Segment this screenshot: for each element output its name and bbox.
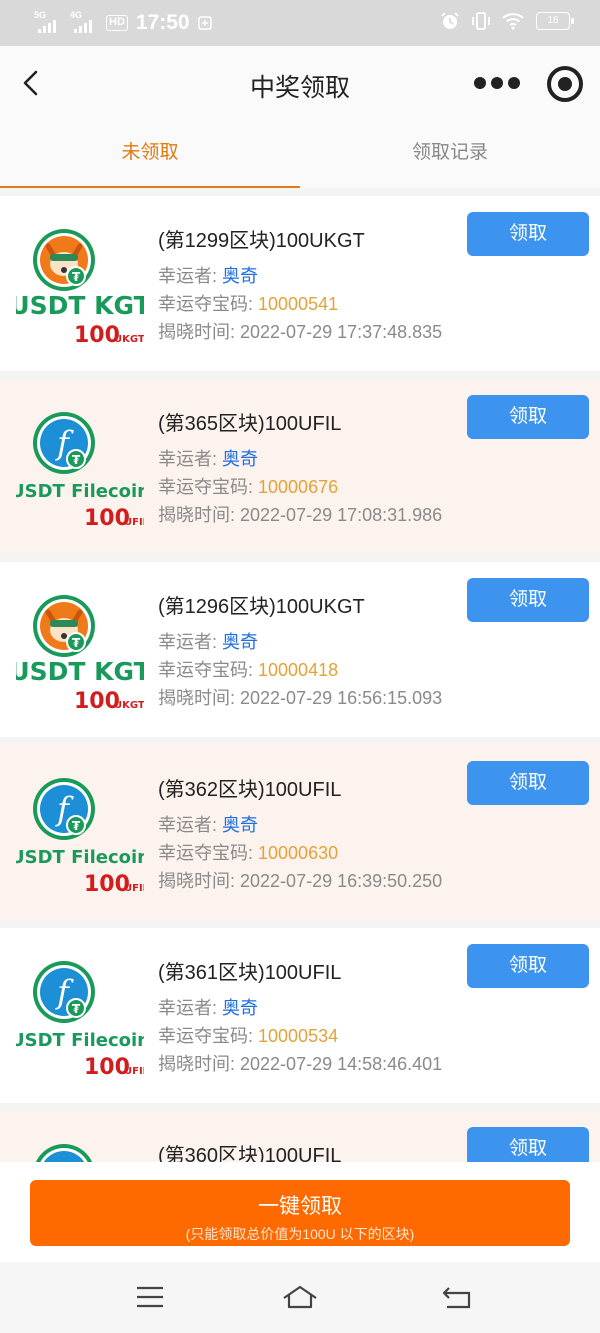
battery-icon: 16 bbox=[536, 12, 574, 30]
time-row: 揭晓时间: 2022-07-29 17:08:31.986 bbox=[158, 505, 443, 525]
claim-button[interactable]: 领取 bbox=[467, 578, 589, 622]
time-row: 揭晓时间: 2022-07-29 16:39:50.250 bbox=[158, 871, 443, 891]
prize-name: (第1299区块)100UKGT bbox=[158, 230, 365, 252]
list-item: (第360区块)100UFIL 领取 bbox=[0, 1111, 600, 1162]
app-notification-icon bbox=[197, 16, 212, 30]
bottom-action-bar: 一键领取 (只能领取总价值为100U 以下的区块) bbox=[0, 1162, 600, 1262]
winner-name: 奥奇 bbox=[222, 266, 259, 286]
winner-name: 奥奇 bbox=[222, 998, 259, 1018]
menu-icon[interactable] bbox=[130, 1282, 170, 1312]
wifi-icon bbox=[502, 13, 524, 30]
claim-button[interactable]: 领取 bbox=[467, 1127, 589, 1162]
winner-name: 奥奇 bbox=[222, 815, 259, 835]
winner-row: 幸运者: 奥奇 bbox=[158, 266, 259, 286]
tab-bar: 未领取 领取记录 bbox=[0, 122, 600, 188]
prize-name: (第362区块)100UFIL bbox=[158, 779, 342, 801]
list-item: f ₮ USDT Filecoin 100 UFIL (第362区块)100UF… bbox=[0, 745, 600, 920]
claim-button[interactable]: 领取 bbox=[467, 761, 589, 805]
more-options-icon[interactable] bbox=[474, 76, 520, 90]
lucky-code: 10000541 bbox=[258, 294, 339, 314]
prize-name: (第361区块)100UFIL bbox=[158, 962, 342, 984]
winner-name: 奥奇 bbox=[222, 449, 259, 469]
signal-5g-icon: 5G bbox=[34, 10, 64, 34]
svg-text:USDT KGT: USDT KGT bbox=[16, 291, 144, 320]
usdt-filecoin-logo: f ₮ USDT Filecoin 100 UFIL bbox=[16, 412, 144, 531]
svg-text:USDT Filecoin: USDT Filecoin bbox=[16, 481, 144, 502]
code-row: 幸运夺宝码: 10000418 bbox=[158, 660, 339, 680]
svg-text:UKGT: UKGT bbox=[114, 334, 144, 345]
lucky-code: 10000418 bbox=[258, 660, 339, 680]
code-row: 幸运夺宝码: 10000541 bbox=[158, 294, 339, 314]
winner-name: 奥奇 bbox=[222, 632, 259, 652]
usdt-filecoin-logo: f ₮ USDT Filecoin 100 UFIL bbox=[16, 961, 144, 1080]
winner-row: 幸运者: 奥奇 bbox=[158, 815, 259, 835]
reveal-time: 2022-07-29 17:37:48.835 bbox=[240, 322, 443, 342]
time-row: 揭晓时间: 2022-07-29 17:37:48.835 bbox=[158, 322, 443, 342]
reveal-time: 2022-07-29 16:56:15.093 bbox=[240, 688, 443, 708]
code-row: 幸运夺宝码: 10000534 bbox=[158, 1026, 339, 1046]
svg-text:₮: ₮ bbox=[72, 819, 81, 833]
usdt-filecoin-logo: f ₮ USDT Filecoin 100 UFIL bbox=[16, 778, 144, 897]
svg-text:UFIL: UFIL bbox=[124, 1066, 144, 1077]
lucky-code: 10000630 bbox=[258, 843, 339, 863]
list-item: ₮ USDT KGT 100 UKGT (第1299区块)100UKGT 幸运者… bbox=[0, 196, 600, 371]
reveal-time: 2022-07-29 16:39:50.250 bbox=[240, 871, 443, 891]
svg-text:UKGT: UKGT bbox=[114, 700, 144, 711]
svg-text:USDT KGT: USDT KGT bbox=[16, 657, 144, 686]
claim-all-label: 一键领取 bbox=[258, 1195, 342, 1218]
usdt-kgt-logo: ₮ USDT KGT 100 UKGT bbox=[16, 229, 144, 348]
reveal-time: 2022-07-29 14:58:46.401 bbox=[240, 1054, 443, 1074]
alarm-icon bbox=[441, 12, 459, 29]
svg-text:USDT Filecoin: USDT Filecoin bbox=[16, 1030, 144, 1051]
svg-text:₮: ₮ bbox=[72, 453, 81, 467]
hd-voice-icon: HD bbox=[106, 15, 128, 31]
status-bar: 5G 4G HD 17:50 16 bbox=[0, 0, 600, 46]
svg-text:USDT Filecoin: USDT Filecoin bbox=[16, 847, 144, 868]
tab-unclaimed[interactable]: 未领取 bbox=[0, 122, 300, 188]
vibrate-icon bbox=[472, 12, 490, 30]
usdt-filecoin-logo bbox=[35, 1144, 93, 1162]
clock: 17:50 bbox=[135, 11, 190, 34]
prize-list: ₮ USDT KGT 100 UKGT (第1299区块)100UKGT 幸运者… bbox=[0, 196, 600, 1162]
svg-text:UFIL: UFIL bbox=[124, 517, 144, 528]
time-row: 揭晓时间: 2022-07-29 14:58:46.401 bbox=[158, 1054, 443, 1074]
back-nav-icon[interactable] bbox=[437, 1282, 477, 1312]
claim-button[interactable]: 领取 bbox=[467, 395, 589, 439]
svg-text:UFIL: UFIL bbox=[124, 883, 144, 894]
claim-button[interactable]: 领取 bbox=[467, 212, 589, 256]
winner-row: 幸运者: 奥奇 bbox=[158, 449, 259, 469]
tab-claim-history[interactable]: 领取记录 bbox=[300, 122, 600, 188]
svg-text:₮: ₮ bbox=[72, 636, 81, 650]
system-nav-bar bbox=[0, 1262, 600, 1333]
signal-4g-icon: 4G bbox=[70, 10, 100, 34]
home-icon[interactable] bbox=[280, 1282, 320, 1312]
prize-name: (第1296区块)100UKGT bbox=[158, 596, 365, 618]
time-row: 揭晓时间: 2022-07-29 16:56:15.093 bbox=[158, 688, 443, 708]
code-row: 幸运夺宝码: 10000676 bbox=[158, 477, 339, 497]
list-item: ₮ USDT KGT 100 UKGT (第1296区块)100UKGT 幸运者… bbox=[0, 562, 600, 737]
lucky-code: 10000676 bbox=[258, 477, 339, 497]
list-item: f ₮ USDT Filecoin 100 UFIL (第365区块)100UF… bbox=[0, 379, 600, 554]
winner-row: 幸运者: 奥奇 bbox=[158, 632, 259, 652]
lucky-code: 10000534 bbox=[258, 1026, 339, 1046]
winner-row: 幸运者: 奥奇 bbox=[158, 998, 259, 1018]
usdt-kgt-logo: ₮ USDT KGT 100 UKGT bbox=[16, 595, 144, 714]
miniprogram-close-icon[interactable] bbox=[547, 66, 583, 102]
prize-name: (第365区块)100UFIL bbox=[158, 413, 342, 435]
claim-button[interactable]: 领取 bbox=[467, 944, 589, 988]
prize-name: (第360区块)100UFIL bbox=[158, 1145, 342, 1162]
claim-all-note: (只能领取总价值为100U 以下的区块) bbox=[185, 1226, 415, 1242]
reveal-time: 2022-07-29 17:08:31.986 bbox=[240, 505, 443, 525]
svg-text:₮: ₮ bbox=[72, 270, 81, 284]
code-row: 幸运夺宝码: 10000630 bbox=[158, 843, 339, 863]
app-header: 中奖领取 bbox=[0, 46, 600, 122]
claim-all-button[interactable]: 一键领取 (只能领取总价值为100U 以下的区块) bbox=[30, 1180, 570, 1246]
list-item: f ₮ USDT Filecoin 100 UFIL (第361区块)100UF… bbox=[0, 928, 600, 1103]
svg-text:₮: ₮ bbox=[72, 1002, 81, 1016]
